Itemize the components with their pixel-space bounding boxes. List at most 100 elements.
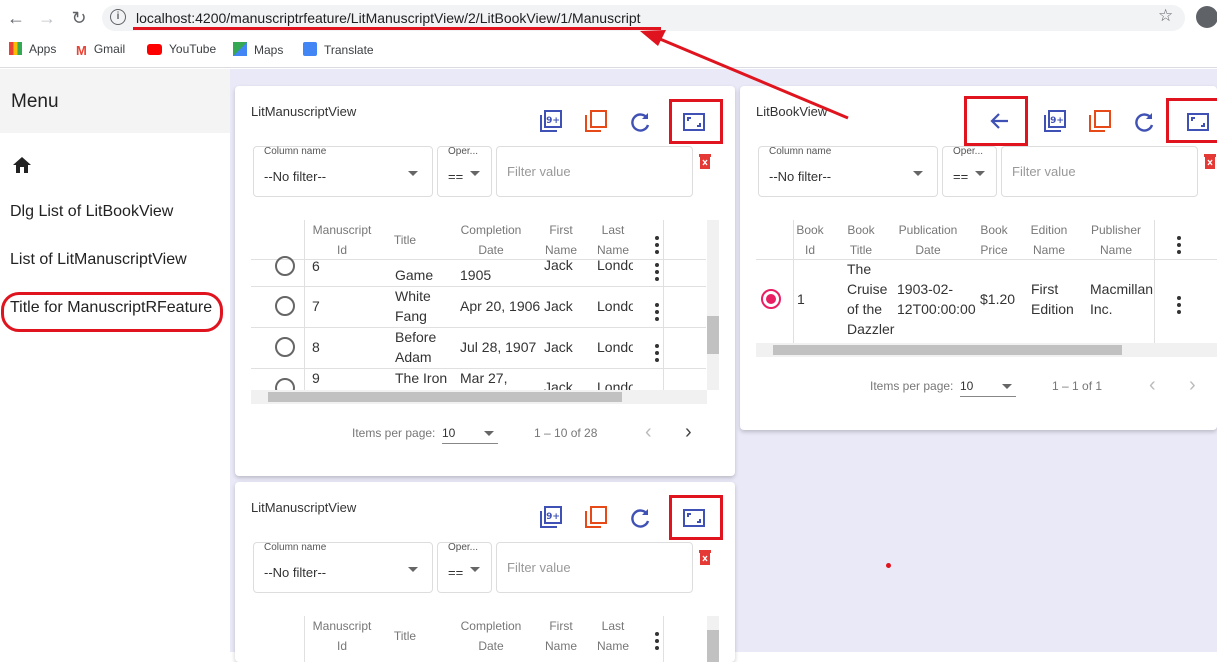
sidebar-item-list-manuscript[interactable]: List of LitManuscriptView bbox=[10, 251, 187, 269]
copy-icon[interactable] bbox=[583, 108, 609, 134]
column-header[interactable]: Edition Name bbox=[1024, 220, 1074, 260]
bookmark-apps[interactable]: Apps bbox=[9, 42, 56, 56]
svg-text:9+: 9+ bbox=[546, 116, 560, 126]
url-text: localhost:4200/manuscriptrfeature/LitMan… bbox=[136, 10, 641, 26]
row-radio[interactable] bbox=[275, 337, 295, 357]
sidebar-item-dlg-list[interactable]: Dlg List of LitBookView bbox=[10, 203, 173, 221]
scroll-thumb[interactable] bbox=[773, 345, 1122, 355]
chevron-down-icon bbox=[484, 431, 494, 436]
column-header[interactable]: Publisher Name bbox=[1086, 220, 1146, 260]
column-header[interactable]: Book Price bbox=[978, 220, 1010, 260]
column-header[interactable]: First Name bbox=[541, 220, 581, 260]
field-label: Column name bbox=[264, 146, 327, 157]
prev-page-icon[interactable]: ‹ bbox=[1149, 374, 1156, 397]
row-menu-icon[interactable] bbox=[655, 344, 659, 365]
column-divider bbox=[304, 616, 305, 662]
info-icon[interactable]: i bbox=[110, 9, 126, 25]
horizontal-scrollbar[interactable] bbox=[251, 390, 707, 404]
bookmark-maps[interactable]: Maps bbox=[233, 42, 283, 57]
translate-icon bbox=[303, 42, 317, 56]
annotation-ellipse bbox=[1, 292, 223, 332]
bookmark-translate[interactable]: Translate bbox=[303, 42, 374, 57]
column-header[interactable]: Manuscript Id bbox=[309, 616, 375, 656]
scroll-thumb[interactable] bbox=[707, 316, 719, 354]
copy-icon[interactable] bbox=[1087, 108, 1113, 134]
operator-select[interactable]: Oper... == bbox=[437, 542, 492, 593]
vertical-scrollbar[interactable] bbox=[707, 220, 719, 390]
prev-page-icon[interactable]: ‹ bbox=[645, 421, 652, 444]
operator-select[interactable]: Oper... == bbox=[942, 146, 997, 197]
cell-id: 9 bbox=[312, 370, 320, 386]
add-multiple-icon[interactable]: 9+ bbox=[1042, 108, 1068, 134]
copy-icon[interactable] bbox=[583, 504, 609, 530]
delete-filter-icon[interactable] bbox=[698, 153, 712, 170]
column-name-select[interactable]: Column name --No filter-- bbox=[253, 146, 433, 197]
filter-value-input[interactable]: Filter value bbox=[1001, 146, 1198, 197]
column-name-select[interactable]: Column name --No filter-- bbox=[758, 146, 938, 197]
row-radio[interactable] bbox=[275, 256, 295, 276]
bookmark-label: Translate bbox=[324, 43, 374, 57]
column-header[interactable]: Book Id bbox=[794, 220, 826, 260]
column-header[interactable]: Title bbox=[385, 626, 425, 646]
add-multiple-icon[interactable]: 9+ bbox=[538, 108, 564, 134]
filter-value-input[interactable]: Filter value bbox=[496, 146, 693, 197]
column-header[interactable]: Publication Date bbox=[894, 220, 962, 260]
column-header[interactable]: Title bbox=[385, 230, 425, 250]
operator-select[interactable]: Oper... == bbox=[437, 146, 492, 197]
column-menu-icon[interactable] bbox=[655, 632, 659, 653]
cell-date: Jul 28, 1907 bbox=[460, 339, 537, 355]
operator-value: == bbox=[448, 169, 464, 184]
horizontal-scrollbar[interactable] bbox=[756, 343, 1217, 357]
scroll-thumb[interactable] bbox=[268, 392, 622, 402]
delete-filter-icon[interactable] bbox=[1203, 153, 1217, 170]
bookmark-youtube[interactable]: YouTube bbox=[147, 42, 216, 56]
next-page-icon[interactable]: › bbox=[1189, 374, 1196, 397]
column-divider bbox=[663, 220, 664, 390]
forward-icon[interactable]: → bbox=[36, 7, 58, 29]
column-name-select[interactable]: Column name --No filter-- bbox=[253, 542, 433, 593]
back-icon[interactable]: ← bbox=[5, 7, 27, 29]
column-header[interactable]: Book Title bbox=[842, 220, 880, 260]
next-page-icon[interactable]: › bbox=[685, 421, 692, 444]
home-icon[interactable] bbox=[12, 156, 32, 174]
bookmark-gmail[interactable]: M Gmail bbox=[76, 42, 125, 58]
cell-publisher: Macmillan Inc. bbox=[1090, 281, 1154, 317]
delete-filter-icon[interactable] bbox=[698, 549, 712, 566]
refresh-icon[interactable] bbox=[627, 506, 653, 532]
column-menu-icon[interactable] bbox=[655, 236, 659, 257]
annotation-box bbox=[669, 99, 723, 144]
row-menu-icon[interactable] bbox=[655, 303, 659, 324]
cell-last-name: Londo bbox=[597, 339, 633, 355]
add-multiple-icon[interactable]: 9+ bbox=[538, 504, 564, 530]
scroll-thumb[interactable] bbox=[707, 630, 719, 662]
refresh-icon[interactable] bbox=[1131, 110, 1157, 136]
column-header[interactable]: Manuscript Id bbox=[309, 220, 375, 260]
row-radio[interactable] bbox=[275, 296, 295, 316]
reload-icon[interactable]: ↻ bbox=[68, 7, 90, 29]
field-label: Column name bbox=[264, 542, 327, 553]
vertical-scrollbar[interactable] bbox=[707, 616, 719, 662]
column-divider bbox=[304, 220, 305, 390]
cell-id: 8 bbox=[312, 339, 320, 355]
bookmark-star-icon[interactable]: ☆ bbox=[1158, 6, 1173, 26]
column-menu-icon[interactable] bbox=[1177, 236, 1181, 257]
cell-date: 1903-02-12T00:00:00 bbox=[897, 281, 976, 317]
column-header[interactable]: Completion Date bbox=[451, 220, 531, 260]
column-header[interactable]: Last Name bbox=[593, 616, 633, 656]
row-radio-selected[interactable] bbox=[761, 289, 781, 309]
cell-title: White Fang bbox=[395, 288, 431, 324]
filter-value-input[interactable]: Filter value bbox=[496, 542, 693, 593]
row-menu-icon[interactable] bbox=[655, 263, 659, 284]
page-size-select[interactable]: 10 bbox=[442, 422, 498, 444]
column-header[interactable]: Completion Date bbox=[451, 616, 531, 656]
menu-header: Menu bbox=[0, 69, 230, 133]
cell-last-name: Londo bbox=[597, 298, 633, 314]
column-header[interactable]: Last Name bbox=[593, 220, 633, 260]
items-per-page-label: Items per page: bbox=[870, 379, 954, 393]
page-size-select[interactable]: 10 bbox=[960, 375, 1016, 397]
cell-price: $1.20 bbox=[980, 291, 1016, 307]
row-menu-icon[interactable] bbox=[1177, 296, 1181, 317]
profile-icon[interactable] bbox=[1196, 6, 1217, 28]
chevron-down-icon bbox=[913, 171, 923, 176]
column-header[interactable]: First Name bbox=[541, 616, 581, 656]
